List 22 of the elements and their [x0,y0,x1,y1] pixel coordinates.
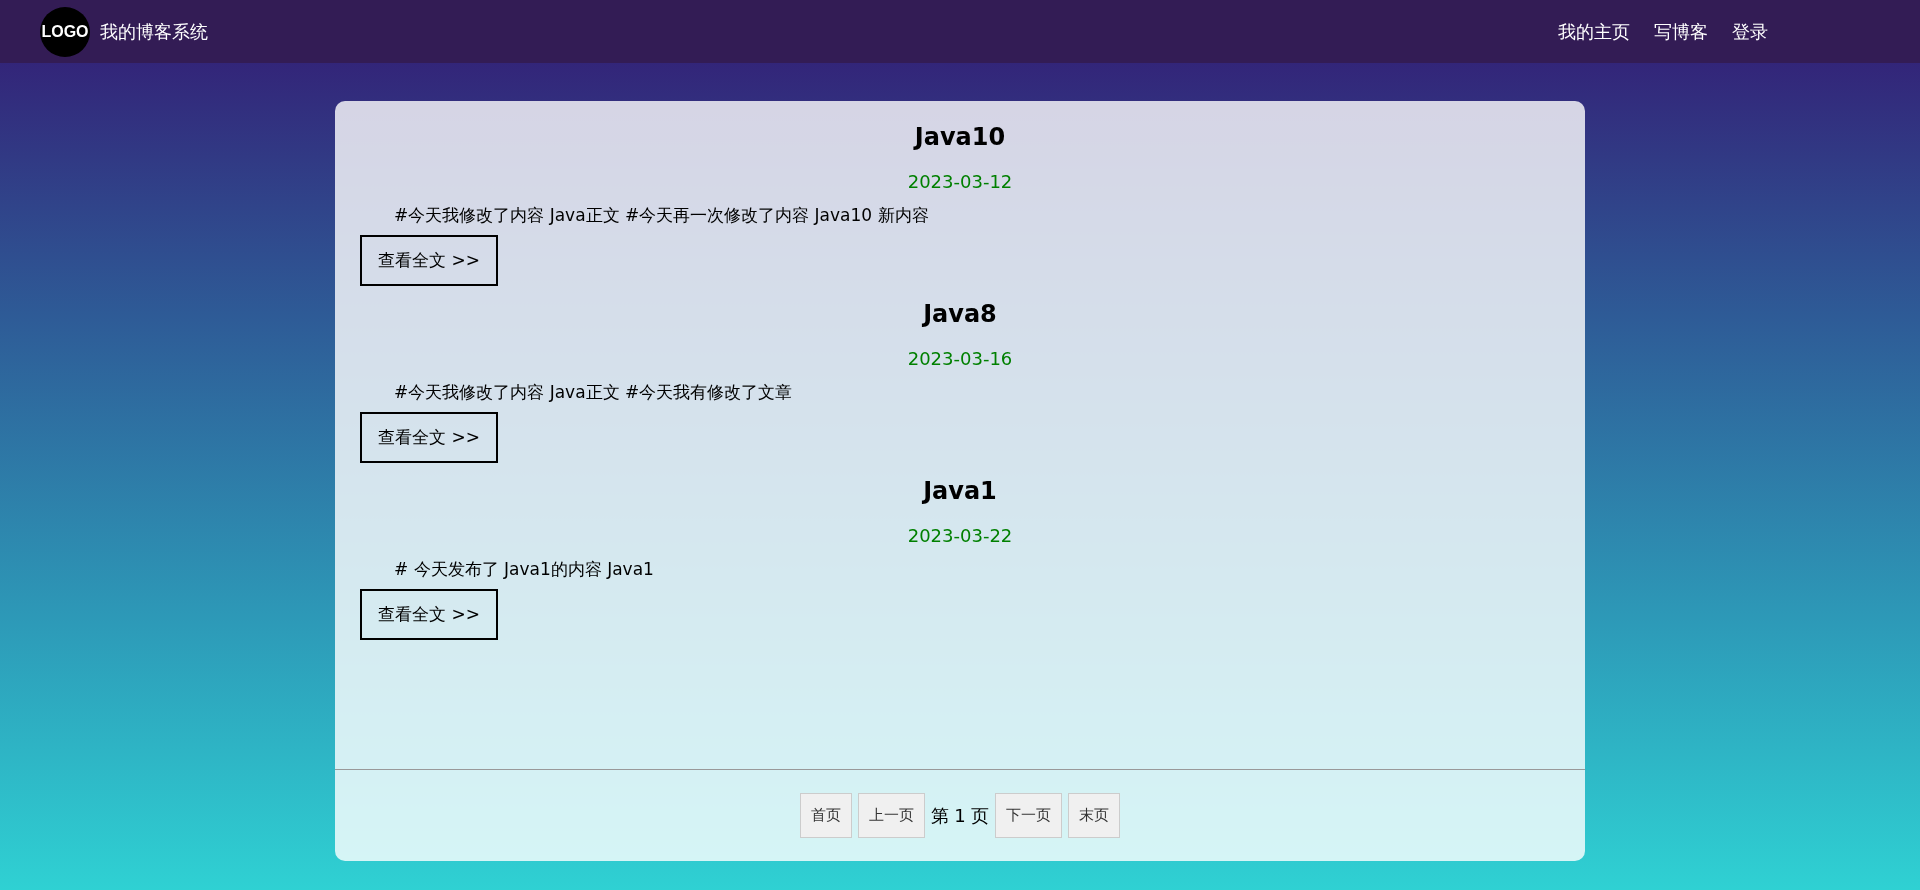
first-page-button[interactable]: 首页 [799,793,852,838]
logo-icon: LOGO [40,6,90,57]
post-date: 2023-03-16 [907,348,1013,369]
read-more-button[interactable]: 查看全文 >> [360,412,498,463]
previous-page-button[interactable]: 上一页 [857,793,925,838]
read-more-button[interactable]: 查看全文 >> [360,235,498,286]
post-summary: # 今天发布了 Java1的内容 Java1 [393,558,654,581]
current-page: 第 1 页 [930,803,990,828]
post-title: Java8 [923,300,997,328]
post-date: 2023-03-12 [907,171,1013,192]
post-summary: #今天我修改了内容 Java正文 #今天我有修改了文章 [393,381,793,404]
post-date: 2023-03-22 [907,525,1013,546]
nav-link[interactable]: 我的主页 [1558,19,1630,44]
last-page-button[interactable]: 末页 [1068,793,1121,838]
nav-link[interactable]: 登录 [1732,19,1768,44]
read-more-button[interactable]: 查看全文 >> [360,589,498,640]
post-title: Java1 [923,477,997,505]
post-summary: #今天我修改了内容 Java正文 #今天再一次修改了内容 Java10 新内容 [393,204,929,227]
next-page-button[interactable]: 下一页 [995,793,1063,838]
site-title: 我的博客系统 [100,19,208,44]
nav-link[interactable]: 写博客 [1654,19,1708,44]
post-title: Java10 [914,123,1006,151]
